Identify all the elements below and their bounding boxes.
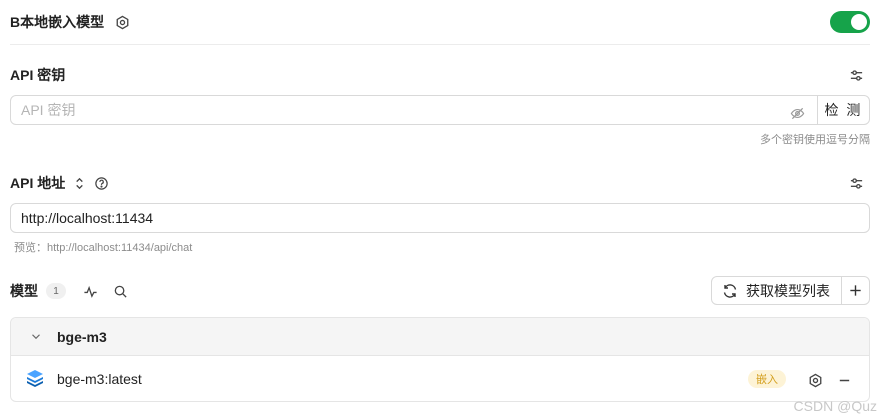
fetch-model-list-button[interactable]: 获取模型列表 [711,276,842,305]
api-address-input[interactable] [11,204,869,232]
settings-gear-icon[interactable] [112,12,132,32]
provider-enable-toggle[interactable] [830,11,870,33]
model-group-name: bge-m3 [57,328,107,345]
model-group-header[interactable]: bge-m3 [11,318,869,356]
chevron-up-down-icon[interactable] [69,173,89,193]
api-address-preview: 预览：http://localhost:11434/api/chat [14,242,193,254]
api-address-header: API 地址 [10,172,870,194]
api-key-input[interactable] [11,96,817,124]
chevron-down-icon[interactable] [29,327,43,347]
api-key-settings-sliders-icon[interactable] [846,65,866,85]
api-key-hint: 多个密钥使用逗号分隔 [760,134,870,146]
help-circle-icon[interactable] [91,173,111,193]
provider-header: B本地嵌入模型 [10,10,870,34]
models-label: 模型 [10,283,38,299]
api-address-label: API 地址 [10,175,66,191]
models-count-badge: 1 [46,283,66,299]
check-api-key-button[interactable]: 检 测 [817,95,870,125]
eye-off-icon[interactable] [787,103,807,123]
api-address-settings-sliders-icon[interactable] [846,173,866,193]
add-model-button[interactable] [841,276,870,305]
plus-icon [850,285,861,296]
provider-title: B本地嵌入模型 [10,14,105,30]
embedding-tag: 嵌入 [748,370,786,388]
toggle-knob [851,14,867,30]
model-logo-icon [25,369,45,389]
model-group: bge-m3 bge-m3:latest 嵌入 [10,317,870,402]
watermark: CSDN @Quz [793,398,877,414]
api-key-field-wrapper [10,95,818,125]
model-settings-gear-icon[interactable] [805,370,825,390]
remove-model-minus-icon[interactable] [834,370,854,390]
model-list-item: bge-m3:latest 嵌入 [11,356,869,401]
health-check-icon[interactable] [80,281,100,301]
fetch-model-list-label: 获取模型列表 [746,282,830,299]
api-address-field-wrapper [10,203,870,233]
api-key-label: API 密钥 [10,67,66,83]
search-icon[interactable] [110,281,130,301]
api-key-header: API 密钥 [10,64,870,86]
refresh-icon [723,283,737,298]
divider [10,44,870,45]
model-name: bge-m3:latest [57,371,142,387]
